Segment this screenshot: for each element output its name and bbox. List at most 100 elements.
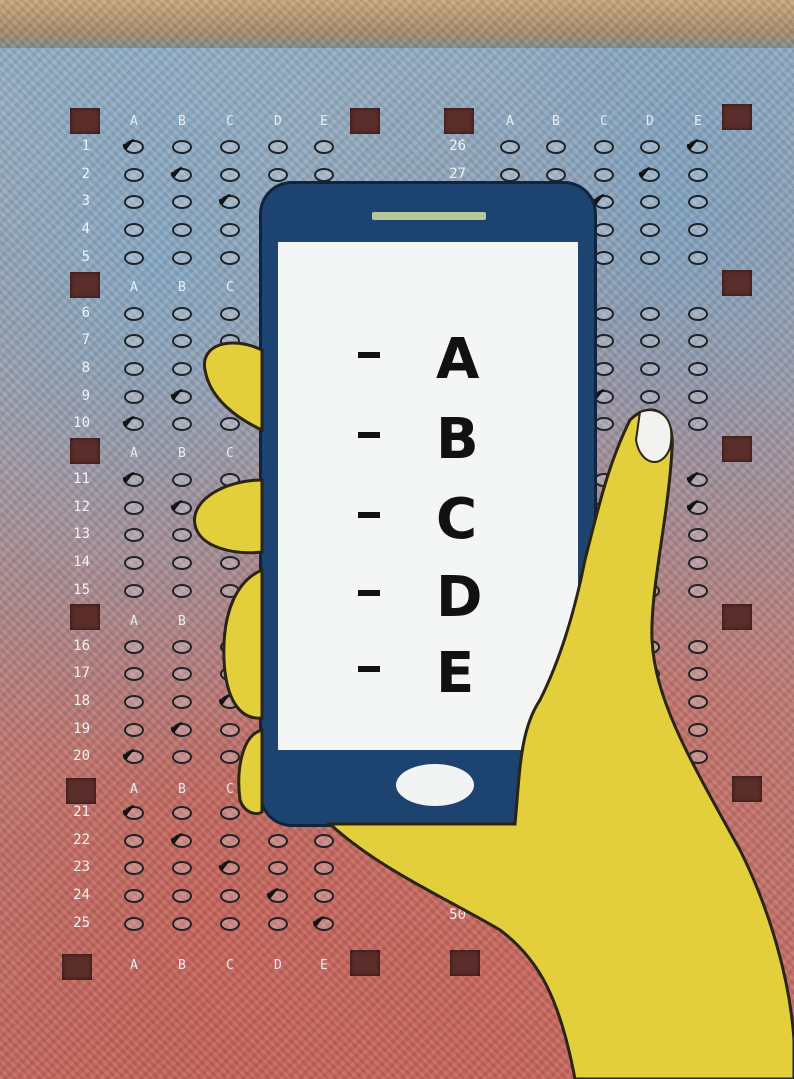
- timing-mark: [444, 108, 474, 134]
- answer-bubble: [640, 916, 660, 931]
- answer-bubble: [172, 583, 192, 598]
- checkmark: ✔: [122, 798, 136, 823]
- column-header-letter: C: [226, 958, 234, 973]
- row-number: 17: [73, 665, 90, 682]
- answer-bubble: [688, 361, 708, 376]
- answer-bubble: [640, 806, 660, 820]
- answer-bubble: [594, 500, 614, 515]
- column-header-letter: A: [130, 958, 138, 973]
- answer-bubble: [220, 916, 240, 931]
- answer-bubble: [220, 306, 240, 321]
- answer-bubble: [172, 223, 192, 238]
- column-header-letter: C: [226, 114, 234, 129]
- row-number: 14: [73, 554, 90, 571]
- answer-option: A: [278, 330, 578, 390]
- option-letter: A: [436, 327, 480, 392]
- column-header-letter: C: [226, 614, 234, 629]
- answer-bubble: [124, 389, 144, 404]
- row-number: 50: [449, 906, 466, 923]
- row-number: 16: [73, 637, 90, 654]
- row-number: 2: [81, 165, 90, 182]
- answer-bubble: [688, 722, 708, 737]
- column-header-letter: D: [646, 114, 654, 129]
- column-header-letter: B: [552, 114, 560, 129]
- checkmark: ✔: [686, 465, 700, 490]
- answer-bubble: [124, 694, 144, 709]
- answer-bubble: [594, 806, 614, 820]
- timing-mark: [70, 438, 100, 464]
- answer-bubble: [172, 916, 192, 931]
- answer-bubble: [688, 223, 708, 238]
- answer-bubble: [640, 722, 660, 737]
- answer-bubble: [546, 140, 566, 154]
- answer-bubble: [688, 583, 708, 598]
- answer-bubble: [688, 167, 708, 182]
- answer-bubble: [640, 140, 660, 154]
- answer-bubble: [640, 389, 660, 404]
- timing-mark: [350, 108, 380, 134]
- timing-mark: [70, 604, 100, 630]
- checkmark: ✔: [122, 132, 136, 157]
- row-number: 9: [81, 387, 90, 404]
- checkmark: ✔: [170, 714, 184, 740]
- answer-bubble: [268, 916, 288, 931]
- answer-bubble: [640, 361, 660, 376]
- row-number: 4: [81, 221, 90, 238]
- answer-bubble: [220, 250, 240, 265]
- answer-bubble: [594, 833, 614, 848]
- answer-bubble: [640, 889, 660, 904]
- answer-bubble: [124, 583, 144, 598]
- checkmark: ✔: [686, 881, 700, 907]
- answer-bubble: [688, 694, 708, 709]
- answer-bubble: [124, 223, 144, 238]
- row-number: 1: [81, 138, 90, 154]
- column-header-letter: C: [226, 280, 234, 295]
- row-number: 25: [73, 914, 90, 931]
- checkmark: ✔: [170, 381, 184, 407]
- row-number: 13: [73, 526, 90, 543]
- answer-bubble: [220, 473, 240, 487]
- timing-mark: [722, 104, 752, 130]
- option-letter: D: [436, 565, 483, 630]
- answer-bubble: [220, 722, 240, 737]
- row-number: 12: [73, 498, 90, 515]
- option-letter: E: [436, 641, 475, 706]
- column-header-letter: C: [600, 114, 608, 129]
- answer-bubble: [268, 140, 288, 154]
- row-number: 3: [81, 193, 90, 210]
- answer-bubble: [688, 306, 708, 321]
- column-header-letter: B: [178, 114, 186, 129]
- answer-bubble: [640, 639, 660, 654]
- answer-bubble: [220, 806, 240, 820]
- column-header-letter: A: [130, 782, 138, 797]
- answer-bubble: [124, 250, 144, 265]
- answer-bubble: [124, 639, 144, 654]
- answer-bubble: [314, 167, 334, 182]
- answer-bubble: [640, 833, 660, 848]
- answer-option: B: [278, 410, 578, 470]
- column-header-letter: B: [178, 782, 186, 797]
- column-header-letter: A: [130, 446, 138, 461]
- checkmark: ✔: [218, 853, 232, 879]
- checkmark: ✔: [686, 492, 700, 518]
- answer-bubble: [220, 833, 240, 848]
- answer-option: E: [278, 644, 578, 704]
- answer-bubble: [220, 167, 240, 182]
- answer-bubble: [500, 140, 520, 154]
- answer-bubble: [640, 306, 660, 321]
- option-letter: B: [436, 407, 479, 472]
- row-number: 21: [73, 804, 90, 820]
- timing-mark: [350, 950, 380, 976]
- row-number: 5: [81, 248, 90, 265]
- checkmark: ✔: [266, 881, 280, 907]
- column-header-letter: C: [226, 782, 234, 797]
- checkmark: ✔: [218, 686, 232, 712]
- answer-bubble: [688, 806, 708, 820]
- answer-bubble: [220, 889, 240, 904]
- checkmark: ✔: [312, 908, 326, 934]
- answer-bubble: [688, 556, 708, 571]
- answer-bubble: [220, 556, 240, 571]
- column-header-letter: B: [178, 958, 186, 973]
- row-number: 8: [81, 359, 90, 376]
- answer-bubble: [124, 889, 144, 904]
